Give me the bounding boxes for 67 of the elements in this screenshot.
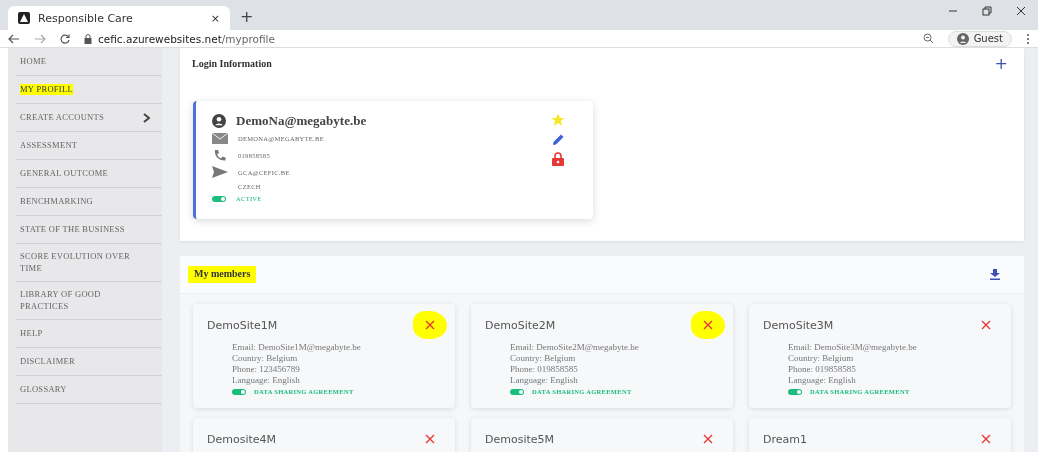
send-icon (212, 166, 228, 178)
sidebar-item[interactable]: CREATE ACCOUNTS (16, 104, 162, 132)
download-icon[interactable] (990, 269, 1000, 280)
sidebar-item[interactable]: LIBRARY OF GOOD PRACTICES (16, 282, 162, 320)
member-name: Demosite4M (207, 432, 277, 446)
member-detail: Email: DemoSite2M@megabyte.be (510, 342, 640, 353)
forward-icon[interactable] (34, 33, 46, 44)
sidebar-item[interactable]: DISCLAIMER (16, 348, 162, 376)
more-icon[interactable] (1026, 32, 1030, 45)
member-detail: Email: DemoSite1M@megabyte.be (232, 342, 362, 353)
panel-title: My members (188, 266, 257, 283)
lock-icon (84, 33, 92, 44)
sidebar-item[interactable]: HELP (16, 320, 162, 348)
status-toggle[interactable] (212, 195, 226, 202)
member-detail: Phone: 019858585 (788, 364, 857, 375)
restore-icon[interactable] (982, 6, 992, 16)
address-field[interactable]: cefic.azurewebsites.net/myprofile (84, 32, 909, 45)
member-detail: Country: Belgium (788, 353, 855, 364)
member-detail: Phone: 123456789 (232, 364, 301, 375)
sidebar-item[interactable]: ASSESSMENT (16, 132, 162, 160)
edit-icon[interactable] (551, 133, 565, 146)
member-name: Demosite5M (485, 432, 555, 446)
delete-icon[interactable] (981, 320, 991, 330)
member-name: DemoSite1M (207, 318, 278, 332)
sidebar-item[interactable]: GLOSSARY (16, 376, 162, 404)
member-detail: Country: Belgium (510, 353, 577, 364)
member-detail: Country: Belgium (232, 353, 299, 364)
phone-icon (212, 149, 228, 161)
sidebar-item[interactable]: GENERAL OUTCOME (16, 160, 162, 188)
delete-icon[interactable] (703, 320, 713, 330)
agreement-toggle[interactable] (510, 388, 524, 395)
add-button[interactable]: + (994, 54, 1008, 73)
sidebar-item[interactable]: MY PROFILL (16, 76, 162, 104)
member-detail: Email: DemoSite3M@megabyte.be (788, 342, 918, 353)
delete-icon[interactable] (703, 434, 713, 444)
member-detail: Language: English (232, 375, 301, 386)
reload-icon[interactable] (60, 33, 70, 44)
delete-icon[interactable] (425, 320, 435, 330)
member-name: DemoSite3M (763, 318, 834, 332)
star-icon[interactable] (551, 113, 565, 127)
browser-tab[interactable]: Responsible Care × (8, 6, 230, 30)
panel-title: Login Information (192, 58, 272, 69)
delete-icon[interactable] (425, 434, 435, 444)
sidebar-item[interactable]: STATE OF THE BUSINESS (16, 216, 162, 244)
member-name: Dream1 (763, 432, 807, 446)
lock-icon[interactable] (552, 152, 564, 166)
member-name: DemoSite2M (485, 318, 556, 332)
close-icon[interactable] (1016, 6, 1026, 16)
profile-name: DemoNa@megabyte.be (236, 113, 367, 129)
new-tab-button[interactable]: + (240, 7, 254, 26)
member-detail: Phone: 019858585 (510, 364, 579, 375)
zoom-out-icon[interactable] (922, 33, 934, 44)
sidebar-item[interactable]: BENCHMARKING (16, 188, 162, 216)
back-icon[interactable] (8, 33, 20, 44)
sidebar-item[interactable]: SCORE EVOLUTION OVER TIME (16, 244, 162, 282)
delete-icon[interactable] (981, 434, 991, 444)
agreement-toggle[interactable] (232, 388, 246, 395)
logo-icon (18, 12, 30, 24)
member-detail: Language: English (788, 375, 857, 386)
agreement-toggle[interactable] (788, 388, 802, 395)
close-tab-button[interactable]: × (210, 11, 220, 25)
profile-button[interactable]: Guest (947, 30, 1012, 47)
avatar-icon (956, 32, 969, 45)
mail-icon (212, 133, 228, 144)
sidebar-item[interactable]: HOME (16, 48, 162, 76)
user-circle-icon (212, 114, 226, 128)
member-detail: Language: English (510, 375, 579, 386)
